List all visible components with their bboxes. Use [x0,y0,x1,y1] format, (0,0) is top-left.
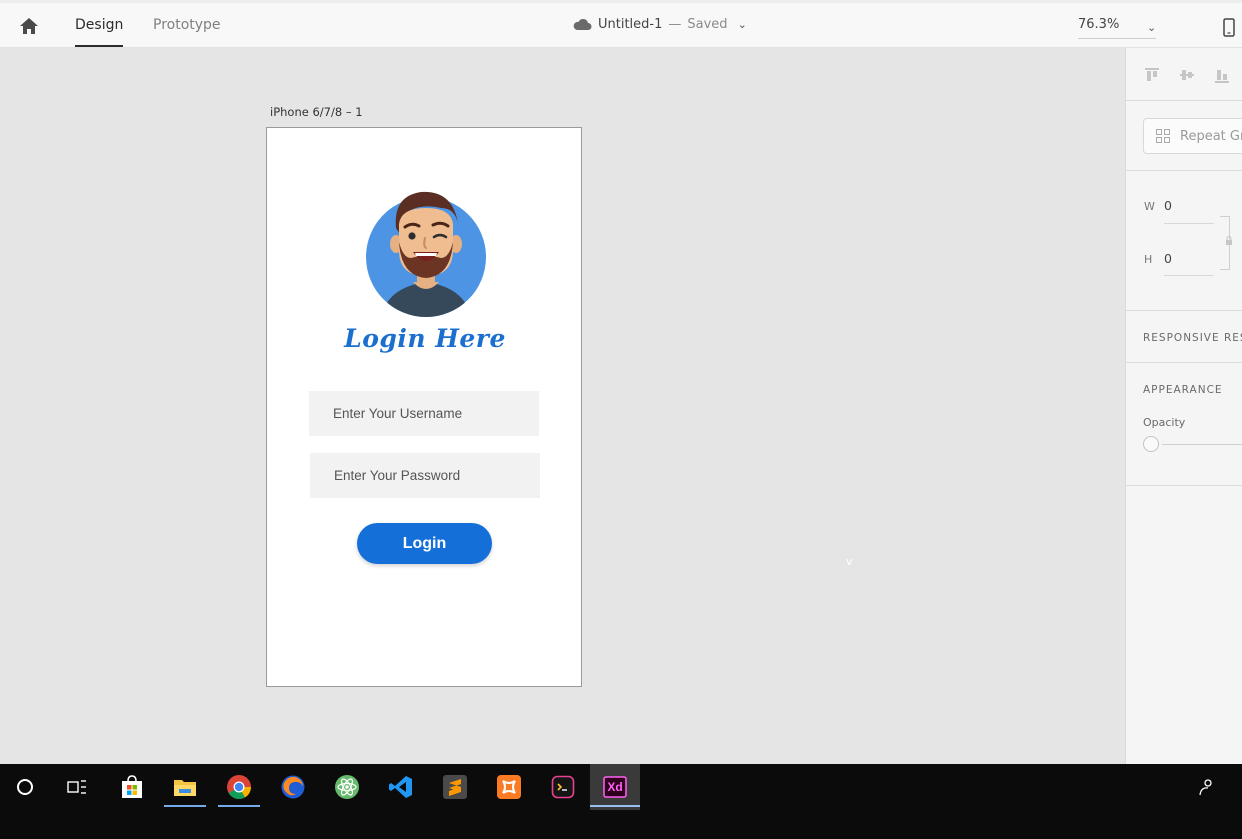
firefox-icon[interactable] [268,764,318,810]
panel-divider [1126,170,1242,171]
artboard[interactable]: Login Here Login [266,127,582,687]
taskbar: Xd [0,764,1242,839]
avatar [366,191,486,317]
sublime-icon[interactable] [430,764,480,810]
zoom-underline [1078,38,1156,39]
align-middle-icon[interactable] [1178,66,1196,84]
width-label: W [1144,200,1155,213]
cloud-icon [573,18,592,30]
file-explorer-icon[interactable] [160,764,210,810]
panel-divider [1126,310,1242,311]
adobe-xd-label: Xd [607,780,623,794]
zoom-dropdown-caret[interactable]: ⌄ [1147,21,1156,34]
title-separator: — [668,17,682,32]
login-button[interactable]: Login [357,523,492,564]
repeat-grid-button[interactable]: Repeat Grid [1143,118,1242,154]
opacity-slider-track[interactable] [1162,444,1242,445]
responsive-resize-heading[interactable]: RESPONSIVE RESIZE [1143,332,1242,344]
cortana-icon[interactable] [0,764,50,810]
tab-design[interactable]: Design [75,17,124,47]
height-underline [1164,275,1214,276]
password-input[interactable] [310,453,540,498]
panel-divider [1126,485,1242,486]
canvas-marker: v [846,555,853,568]
lock-icon[interactable] [1225,236,1233,245]
terminal-icon[interactable] [538,764,588,810]
align-bottom-icon[interactable] [1213,66,1231,84]
repeat-grid-label: Repeat Grid [1180,128,1242,144]
panel-divider [1126,100,1242,101]
store-icon[interactable] [107,764,157,810]
width-field[interactable]: 0 [1164,198,1172,213]
height-field[interactable]: 0 [1164,251,1172,266]
home-icon[interactable] [18,15,40,37]
xampp-icon[interactable] [484,764,534,810]
opacity-slider-knob[interactable] [1143,436,1159,452]
device-preview-icon[interactable] [1223,18,1235,37]
opacity-label: Opacity [1143,416,1186,429]
username-input[interactable] [309,391,539,436]
zoom-level[interactable]: 76.3% [1078,17,1119,32]
width-underline [1164,223,1214,224]
repeat-grid-icon [1156,129,1170,143]
appearance-heading: APPEARANCE [1143,384,1223,396]
vscode-icon[interactable] [376,764,426,810]
save-status: Saved [687,17,728,32]
login-heading: Login Here [344,324,506,353]
height-label: H [1144,253,1153,266]
task-view-icon[interactable] [52,764,102,810]
document-title: Untitled-1 — Saved ⌄ [572,17,747,32]
document-menu-caret[interactable]: ⌄ [738,18,747,31]
adobe-xd-icon[interactable]: Xd [590,764,640,810]
artboard-label[interactable]: iPhone 6/7/8 – 1 [270,105,363,119]
top-toolbar: Design Prototype Untitled-1 — Saved ⌄ 76… [0,0,1242,48]
document-name: Untitled-1 [598,17,663,32]
align-top-icon[interactable] [1143,66,1161,84]
tab-prototype[interactable]: Prototype [153,17,221,47]
atom-icon[interactable] [322,764,372,810]
chrome-icon[interactable] [214,764,264,810]
people-icon[interactable] [1198,778,1214,796]
property-inspector: Repeat Grid W 0 H 0 RESPONSIVE RESIZE AP… [1125,48,1242,764]
panel-divider [1126,362,1242,363]
